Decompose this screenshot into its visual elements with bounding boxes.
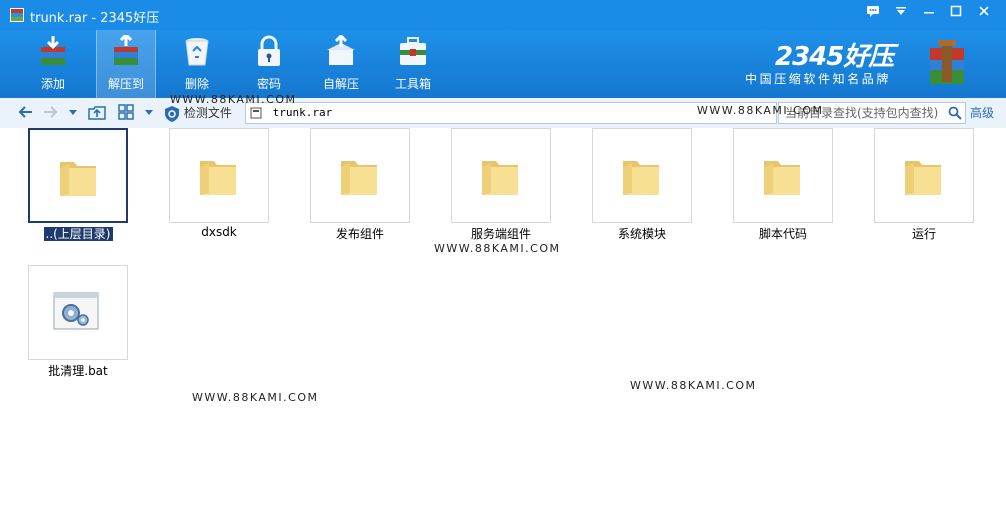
view-dropdown-icon[interactable] [144,104,154,122]
file-name: 系统模块 [617,227,666,241]
file-list: ..(上层目录) dxsdk 发布组件 服务端组件 系统模块 脚本代码 运行 批… [0,128,1006,512]
folder-icon [482,161,518,195]
up-folder-icon[interactable] [88,104,106,122]
shield-icon [165,105,179,122]
main-toolbar: 添加 解压到 删除 密码 自解压 工具箱 2345好压 中国压缩软件知名品牌 [0,30,1006,98]
archive-box-icon [930,40,964,84]
thumbnail [451,128,551,223]
folder-icon [60,162,96,196]
title-bar: trunk.rar - 2345好压 [0,0,1006,30]
history-dropdown-icon[interactable] [68,104,78,122]
folder-icon [341,161,377,195]
self-extract-button[interactable]: 自解压 [312,30,370,98]
file-name: ..(上层目录) [43,227,113,241]
add-label: 添加 [40,77,65,91]
recycle-bin-icon [185,38,209,66]
add-icon [41,36,65,65]
thumbnail [28,265,128,360]
thumbnail [874,128,974,223]
file-item-folder[interactable]: 脚本代码 [733,128,833,253]
toolbox-button[interactable]: 工具箱 [384,30,442,98]
file-item-bat[interactable]: 批清理.bat [28,265,128,390]
path-text: trunk.rar [272,106,333,119]
file-name: 运行 [911,227,936,241]
watermark: WWW.88KAMI.COM [192,391,319,404]
thumbnail [592,128,692,223]
file-name: 发布组件 [335,227,384,241]
watermark: WWW.88KAMI.COM [170,93,297,106]
folder-icon [200,161,236,195]
folder-icon [905,161,941,195]
extract-button[interactable]: 解压到 [96,30,156,98]
thumbnail [733,128,833,223]
watermark: WWW.88KAMI.COM [697,104,824,117]
password-label: 密码 [256,77,281,91]
extract-icon [114,35,138,65]
message-icon[interactable] [862,4,884,22]
detect-file-button[interactable]: 检测文件 [164,103,232,123]
file-item-folder[interactable]: 运行 [874,128,974,253]
archive-file-icon [250,107,262,119]
app-icon [10,8,24,22]
maximize-icon[interactable] [945,4,967,22]
file-name: dxsdk [201,225,237,239]
forward-icon[interactable] [42,104,58,122]
search-icon[interactable] [948,106,962,120]
batch-file-icon [53,292,99,330]
self-extract-label: 自解压 [322,77,359,91]
delete-button[interactable]: 删除 [168,30,226,98]
watermark: WWW.88KAMI.COM [630,379,757,392]
window-title: trunk.rar - 2345好压 [30,11,160,26]
folder-icon [623,161,659,195]
view-mode-icon[interactable] [118,104,134,122]
close-icon[interactable] [973,4,995,22]
watermark: WWW.88KAMI.COM [434,242,561,255]
file-item-folder[interactable]: 服务端组件 [451,128,551,253]
brand-logo: 2345好压 [775,42,894,72]
detect-file-label: 检测文件 [183,106,232,120]
toolbox-icon [400,37,426,65]
self-extract-icon [327,35,355,65]
menu-dropdown-icon[interactable] [890,4,912,22]
thumbnail [169,128,269,223]
lock-icon [258,35,280,66]
delete-label: 删除 [184,77,209,91]
minimize-icon[interactable] [918,4,940,22]
file-item-folder[interactable]: 发布组件 [310,128,410,253]
file-item-folder[interactable]: 系统模块 [592,128,692,253]
add-button[interactable]: 添加 [24,30,82,98]
file-name: 脚本代码 [758,227,807,241]
back-icon[interactable] [18,104,34,122]
thumbnail [310,128,410,223]
brand-slogan: 中国压缩软件知名品牌 [745,72,892,86]
toolbox-label: 工具箱 [394,77,431,91]
file-item-folder[interactable]: dxsdk [169,128,269,253]
file-name: 批清理.bat [48,364,108,378]
file-name: 服务端组件 [470,227,531,241]
thumbnail [28,128,128,223]
extract-label: 解压到 [107,77,144,91]
address-bar: 检测文件 trunk.rar 当前目录查找(支持包内查找) 高级 [0,98,1006,129]
file-item-parent-dir[interactable]: ..(上层目录) [28,128,128,253]
folder-icon [764,161,800,195]
password-button[interactable]: 密码 [240,30,298,98]
advanced-search-link[interactable]: 高级 [970,103,994,123]
